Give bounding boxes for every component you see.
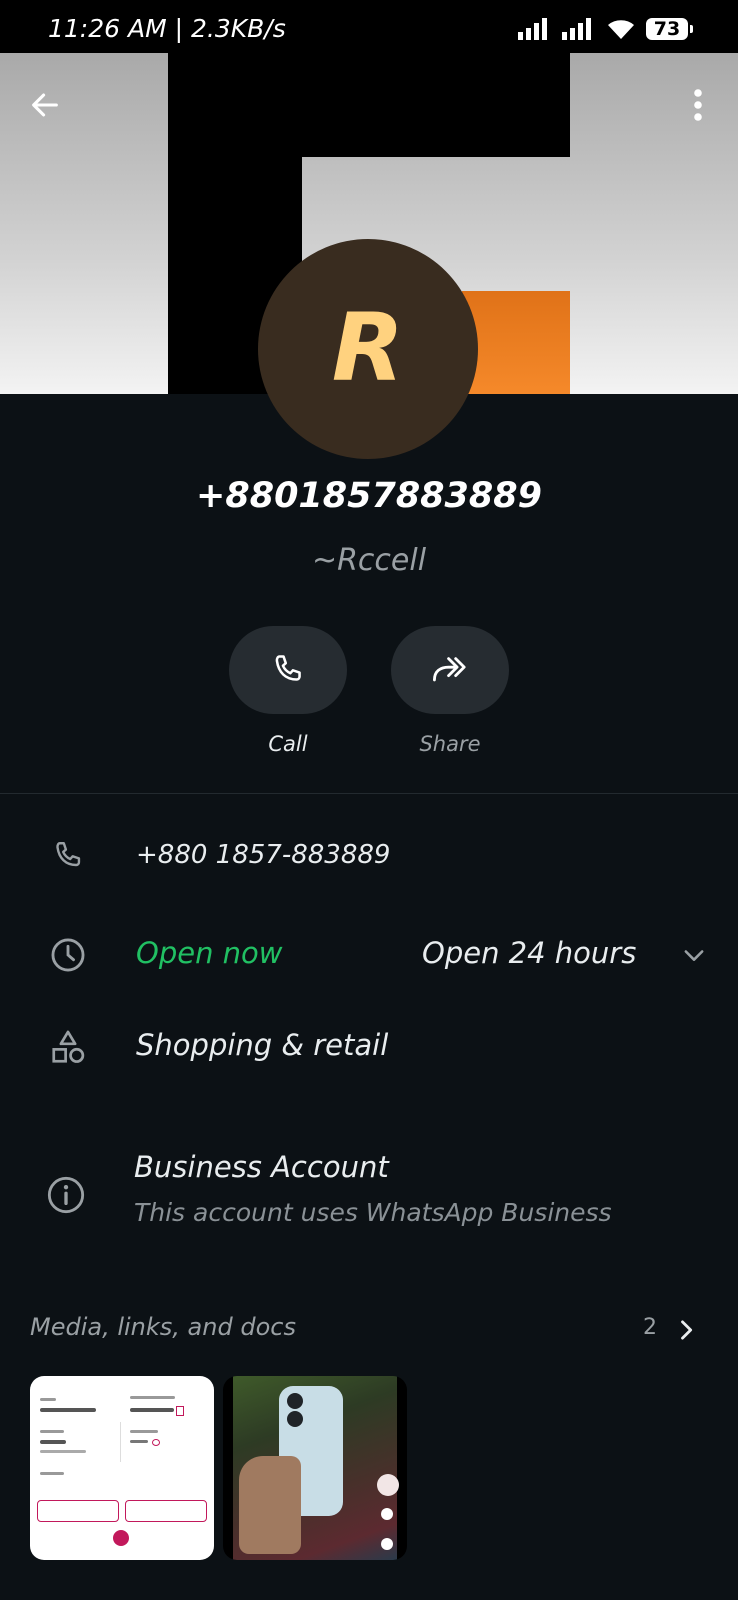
media-count[interactable]: 2 bbox=[643, 1315, 657, 1340]
info-icon bbox=[46, 1175, 86, 1215]
contact-name: ~Rccell bbox=[311, 543, 427, 578]
chevron-down-icon[interactable] bbox=[674, 935, 714, 975]
more-vertical-icon bbox=[694, 89, 702, 121]
clock: 11:26 AM bbox=[48, 14, 167, 43]
arrow-left-icon bbox=[32, 93, 58, 117]
chevron-right-icon[interactable] bbox=[666, 1310, 706, 1350]
phone-number: +880 1857-883889 bbox=[136, 840, 391, 870]
network-speed: 2.3KB/s bbox=[191, 14, 286, 43]
business-account-row[interactable]: Business Account This account uses Whats… bbox=[0, 1140, 738, 1250]
business-account-title: Business Account bbox=[134, 1150, 389, 1184]
category-shapes-icon bbox=[48, 1027, 88, 1067]
business-account-subtitle: This account uses WhatsApp Business bbox=[134, 1198, 612, 1227]
share-action[interactable]: Share bbox=[391, 626, 509, 756]
phone-icon bbox=[275, 655, 301, 681]
open-hours: Open 24 hours bbox=[422, 936, 637, 970]
call-action[interactable]: Call bbox=[229, 626, 347, 756]
share-label: Share bbox=[419, 732, 481, 756]
avatar[interactable]: R bbox=[258, 239, 478, 459]
avatar-letter: R bbox=[331, 294, 405, 403]
signal-icon-2 bbox=[562, 18, 591, 40]
battery-icon: 73 bbox=[646, 18, 693, 40]
media-thumbnail-document[interactable] bbox=[30, 1376, 214, 1560]
cover-shape bbox=[462, 291, 570, 394]
call-label: Call bbox=[268, 732, 308, 756]
media-thumbnail-video[interactable] bbox=[223, 1376, 407, 1560]
category-row: Shopping & retail bbox=[0, 1010, 738, 1084]
status-icons: 73 bbox=[518, 17, 693, 41]
cover-shape bbox=[168, 53, 570, 157]
status-time: 11:26 AM | 2.3KB/s bbox=[48, 14, 286, 43]
back-button[interactable] bbox=[20, 80, 70, 130]
business-category: Shopping & retail bbox=[136, 1028, 389, 1062]
signal-icon bbox=[518, 18, 547, 40]
open-status: Open now bbox=[136, 936, 283, 970]
more-options-button[interactable] bbox=[670, 80, 726, 130]
phone-row[interactable]: +880 1857-883889 bbox=[0, 820, 738, 892]
forward-icon bbox=[433, 657, 466, 682]
call-button[interactable] bbox=[229, 626, 347, 714]
media-section-title[interactable]: Media, links, and docs bbox=[30, 1313, 296, 1341]
clock-icon bbox=[48, 935, 88, 975]
status-bar: 11:26 AM | 2.3KB/s 73 bbox=[0, 0, 738, 53]
contact-phone-title: +8801857883889 bbox=[196, 476, 542, 516]
separator: | bbox=[174, 14, 191, 43]
share-button[interactable] bbox=[391, 626, 509, 714]
wifi-icon bbox=[608, 20, 634, 39]
hours-row[interactable]: Open now Open 24 hours bbox=[0, 918, 738, 992]
divider bbox=[0, 793, 738, 794]
phone-icon bbox=[48, 836, 88, 876]
